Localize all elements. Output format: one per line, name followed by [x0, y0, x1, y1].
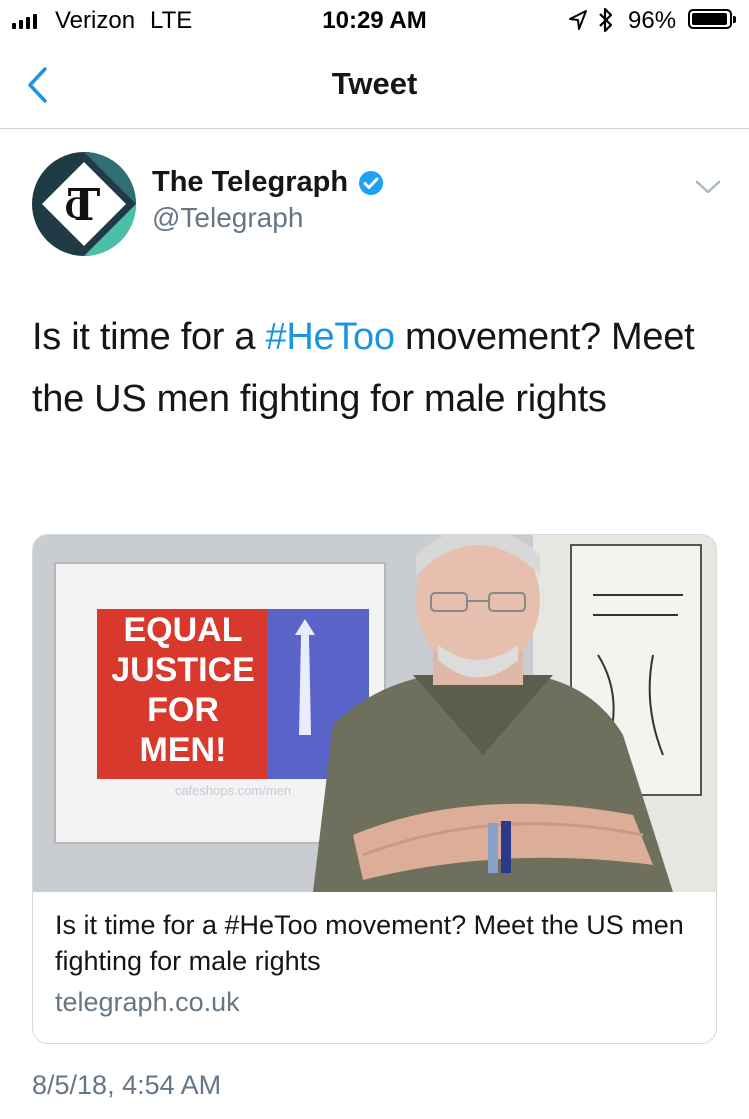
tweet-timestamp: 8/5/18, 4:54 AM [32, 1070, 222, 1100]
chevron-down-icon[interactable] [694, 178, 722, 196]
navigation-bar: Tweet [0, 40, 749, 129]
tweet-text-before: Is it time for a [32, 316, 266, 358]
sign-line-1: EQUAL [124, 611, 243, 649]
link-preview-card[interactable]: EQUAL JUSTICE FOR MEN! cafeshops.com/men… [32, 534, 717, 1044]
battery-icon [688, 9, 736, 29]
hashtag-link[interactable]: #HeToo [266, 316, 395, 358]
tweet-text: Is it time for a #HeToo movement? Meet t… [32, 306, 712, 430]
author-handle[interactable]: @Telegraph [152, 202, 303, 234]
status-bar: Verizon LTE 10:29 AM 96% [0, 0, 749, 40]
article-photo: EQUAL JUSTICE FOR MEN! cafeshops.com/men [33, 535, 716, 892]
card-title[interactable]: Is it time for a #HeToo movement? Meet t… [55, 907, 695, 979]
author-name[interactable]: The Telegraph [152, 166, 348, 199]
card-domain: telegraph.co.uk [55, 987, 240, 1017]
sign-line-3: FOR [147, 691, 219, 729]
sign-footer: cafeshops.com/men [175, 783, 291, 798]
location-arrow-icon [569, 10, 587, 30]
battery-percent: 96% [628, 7, 677, 34]
author-name-row[interactable]: The Telegraph [152, 166, 384, 199]
sign-line-2: JUSTICE [111, 651, 255, 689]
verified-badge-icon [359, 170, 384, 195]
telegraph-logo-avatar[interactable]: T C [32, 152, 136, 256]
bluetooth-icon [599, 7, 613, 33]
svg-text:C: C [65, 192, 87, 225]
card-body[interactable]: Is it time for a #HeToo movement? Meet t… [55, 907, 695, 1018]
sign-line-4: MEN! [140, 731, 227, 769]
page-title: Tweet [331, 66, 418, 101]
